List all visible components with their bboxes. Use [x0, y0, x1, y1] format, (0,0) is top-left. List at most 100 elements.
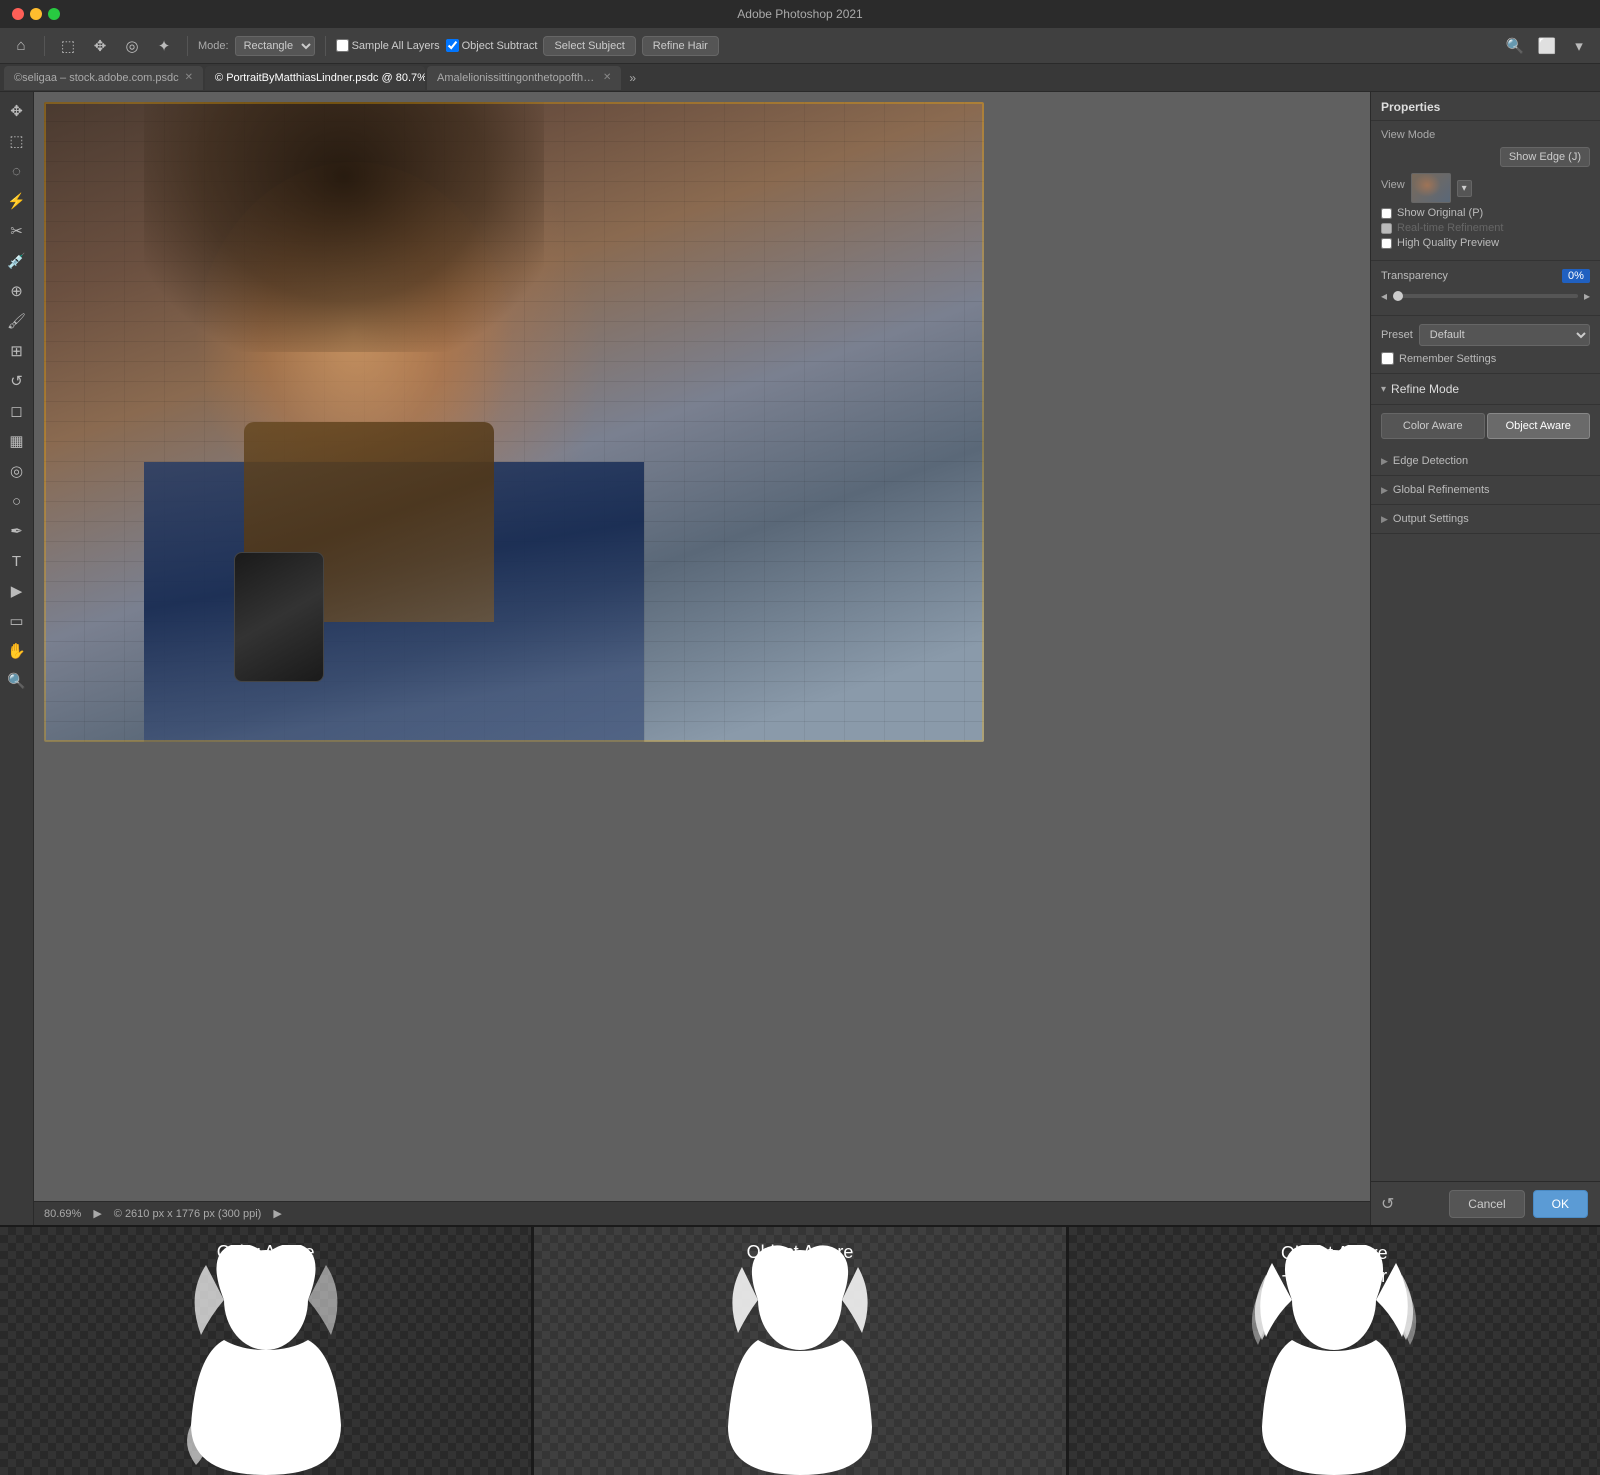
view-thumb-inner [1412, 174, 1450, 202]
healing-icon[interactable]: ⊕ [4, 278, 30, 304]
refine-mode-header[interactable]: ▾ Refine Mode [1371, 374, 1600, 405]
search-icon[interactable]: 🔍 [1502, 33, 1528, 59]
high-quality-checkbox[interactable] [1381, 238, 1392, 249]
brush-icon[interactable]: 🖌 [4, 308, 30, 334]
global-refinements-label: Global Refinements [1393, 484, 1490, 496]
object-subtract-label[interactable]: Object Subtract [446, 39, 538, 52]
clone-icon[interactable]: ⊞ [4, 338, 30, 364]
tab-0-close[interactable]: ✕ [185, 72, 193, 83]
preset-select[interactable]: Default Custom [1419, 324, 1590, 346]
hand-icon[interactable]: ✋ [4, 638, 30, 664]
tab-2[interactable]: Amalelionissittingonthetopoftherocklooki… [427, 66, 621, 90]
cancel-button[interactable]: Cancel [1449, 1190, 1524, 1218]
marquee-icon[interactable]: ⬚ [55, 33, 81, 59]
tab-2-close[interactable]: ✕ [603, 72, 611, 83]
view-thumbnail[interactable] [1411, 173, 1451, 203]
zoom-icon[interactable]: 🔍 [4, 668, 30, 694]
comparison-panel-1: Color Aware [0, 1227, 534, 1475]
remember-settings-checkbox[interactable] [1381, 352, 1394, 365]
shape-icon[interactable]: ▭ [4, 608, 30, 634]
maximize-button[interactable] [48, 8, 60, 20]
view-dropdown-button[interactable]: ▾ [1457, 180, 1472, 197]
quick-select-icon[interactable]: ⚡ [4, 188, 30, 214]
output-settings-chevron: ▶ [1381, 514, 1388, 525]
view-row: View ▾ [1381, 173, 1590, 203]
sample-layers-checkbox[interactable] [336, 39, 349, 52]
magic-icon[interactable]: ✦ [151, 33, 177, 59]
ok-button[interactable]: OK [1533, 1190, 1588, 1218]
output-settings-label: Output Settings [1393, 513, 1469, 525]
comparison-panel-2: Object Aware [534, 1227, 1068, 1475]
screen-mode-icon[interactable]: ⬜ [1534, 33, 1560, 59]
path-select-icon[interactable]: ▶ [4, 578, 30, 604]
real-time-checkbox[interactable] [1381, 223, 1392, 234]
mode-select[interactable]: Rectangle Ellipse Lasso [235, 36, 315, 56]
comparison-label-3: Object Aware+ Refine Hair [1281, 1242, 1388, 1289]
slider-left-arrow[interactable]: ◂ [1381, 289, 1387, 303]
show-original-row: Show Original (P) [1381, 207, 1590, 219]
tab-1[interactable]: © PortraitByMatthiasLindner.psdc @ 80.7%… [205, 66, 425, 90]
canvas-image[interactable] [44, 102, 984, 742]
expand-icon-2[interactable]: ▶ [273, 1207, 281, 1220]
transparency-row: Transparency 0% [1381, 269, 1590, 283]
transparency-slider-thumb[interactable] [1393, 291, 1403, 301]
lasso-tool-icon[interactable]: ◌ [4, 158, 30, 184]
sample-layers-label[interactable]: Sample All Layers [336, 39, 440, 52]
zoom-level: 80.69% [44, 1208, 81, 1220]
slider-right-arrow[interactable]: ▸ [1584, 289, 1590, 303]
text-icon[interactable]: T [4, 548, 30, 574]
tab-0[interactable]: ©seligaa – stock.adobe.com.psdc ✕ [4, 66, 203, 90]
eyedropper-icon[interactable]: 💉 [4, 248, 30, 274]
pen-icon[interactable]: ✒ [4, 518, 30, 544]
transparency-slider-track[interactable] [1393, 294, 1578, 298]
view-label: View [1381, 179, 1405, 191]
view-mode-section: View Mode Show Edge (J) View ▾ Show Orig… [1371, 121, 1600, 261]
move-icon[interactable]: ✥ [87, 33, 113, 59]
real-time-row: Real-time Refinement [1381, 222, 1590, 234]
mode-label: Mode: [198, 40, 229, 52]
crop-tool-icon[interactable]: ✂ [4, 218, 30, 244]
transparency-value[interactable]: 0% [1562, 269, 1590, 283]
edge-detection-header[interactable]: ▶ Edge Detection [1371, 447, 1600, 476]
history-brush-icon[interactable]: ↺ [4, 368, 30, 394]
dodge-icon[interactable]: ○ [4, 488, 30, 514]
gradient-icon[interactable]: ▦ [4, 428, 30, 454]
select-subject-button[interactable]: Select Subject [543, 36, 635, 56]
canvas-statusbar: 80.69% ▶ © 2610 px x 1776 px (300 ppi) ▶ [34, 1201, 1370, 1225]
reset-button[interactable]: ↺ [1381, 1194, 1394, 1214]
global-refinements-header[interactable]: ▶ Global Refinements [1371, 476, 1600, 505]
show-edge-button[interactable]: Show Edge (J) [1500, 147, 1590, 167]
titlebar: Adobe Photoshop 2021 [0, 0, 1600, 28]
blur-icon[interactable]: ◎ [4, 458, 30, 484]
refine-mode-chevron: ▾ [1381, 384, 1386, 395]
canvas-wrap[interactable] [34, 92, 1370, 1201]
remember-settings-label: Remember Settings [1399, 353, 1496, 365]
tab-1-label: © PortraitByMatthiasLindner.psdc @ 80.7%… [215, 72, 425, 84]
object-subtract-checkbox[interactable] [446, 39, 459, 52]
canvas-area: 80.69% ▶ © 2610 px x 1776 px (300 ppi) ▶ [34, 92, 1370, 1225]
tool-panel: ✥ ⬚ ◌ ⚡ ✂ 💉 ⊕ 🖌 ⊞ ↺ ◻ ▦ ◎ ○ ✒ T ▶ ▭ ✋ 🔍 [0, 92, 34, 1225]
more-icon[interactable]: ▾ [1566, 33, 1592, 59]
refine-hair-button[interactable]: Refine Hair [642, 36, 719, 56]
minimize-button[interactable] [30, 8, 42, 20]
close-button[interactable] [12, 8, 24, 20]
color-aware-button[interactable]: Color Aware [1381, 413, 1485, 439]
dimensions: © 2610 px x 1776 px (300 ppi) [114, 1208, 262, 1220]
global-refinements-chevron: ▶ [1381, 485, 1388, 496]
home-icon[interactable]: ⌂ [8, 33, 34, 59]
preset-section: Preset Default Custom Remember Settings [1371, 316, 1600, 374]
move-tool-icon[interactable]: ✥ [4, 98, 30, 124]
separator3 [325, 36, 326, 56]
tabs-overflow[interactable]: » [623, 71, 642, 85]
object-aware-button[interactable]: Object Aware [1487, 413, 1591, 439]
select-tool-icon[interactable]: ⬚ [4, 128, 30, 154]
high-quality-label: High Quality Preview [1397, 237, 1499, 249]
show-original-checkbox[interactable] [1381, 208, 1392, 219]
eraser-icon[interactable]: ◻ [4, 398, 30, 424]
tab-0-label: ©seligaa – stock.adobe.com.psdc [14, 72, 179, 84]
lasso-icon[interactable]: ◎ [119, 33, 145, 59]
expand-icon[interactable]: ▶ [93, 1207, 101, 1220]
silhouette-1 [176, 1245, 356, 1475]
properties-action-bar: ↺ Cancel OK [1371, 1181, 1600, 1225]
output-settings-header[interactable]: ▶ Output Settings [1371, 505, 1600, 534]
